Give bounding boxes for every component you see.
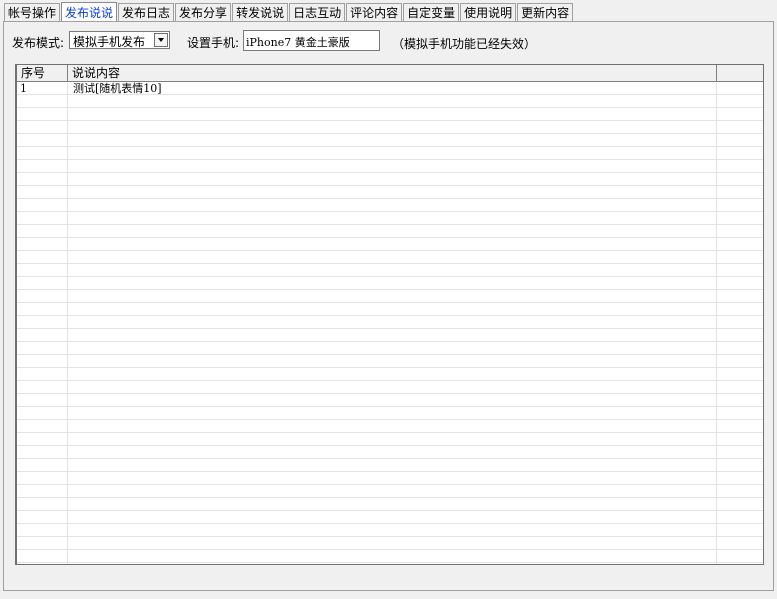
column-divider: [716, 82, 717, 564]
tab-usage-guide[interactable]: 使用说明: [460, 3, 517, 22]
tab-bar: 帐号操作 发布说说 发布日志 发布分享 转发说说 日志互动 评论内容 自定变量 …: [4, 2, 574, 23]
phone-label: 设置手机:: [187, 36, 240, 50]
column-header-extra[interactable]: [717, 65, 763, 81]
chevron-down-icon[interactable]: [154, 33, 168, 47]
publish-mode-label: 发布模式:: [12, 36, 65, 50]
tab-publish-share[interactable]: 发布分享: [175, 3, 232, 22]
table-header: 序号 说说内容: [17, 65, 763, 82]
tab-repost-shuoshuo[interactable]: 转发说说: [232, 3, 289, 22]
phone-input[interactable]: iPhone7 黄金土豪版: [243, 30, 380, 51]
tab-publish-shuoshuo[interactable]: 发布说说: [61, 2, 118, 23]
column-header-no[interactable]: 序号: [17, 65, 68, 81]
tab-log-interact[interactable]: 日志互动: [289, 3, 346, 22]
column-header-content[interactable]: 说说内容: [68, 65, 717, 81]
tab-comment-content[interactable]: 评论内容: [346, 3, 403, 22]
tab-custom-variables[interactable]: 自定变量: [403, 3, 460, 22]
table-body: [17, 82, 763, 564]
tab-account-ops[interactable]: 帐号操作: [4, 3, 61, 22]
shuoshuo-table[interactable]: 序号 说说内容 1 测试[随机表情10]: [15, 64, 764, 565]
phone-note: （模拟手机功能已经失效）: [392, 37, 537, 51]
table-row[interactable]: 1 测试[随机表情10]: [17, 83, 763, 95]
column-divider: [67, 82, 68, 564]
tab-publish-log[interactable]: 发布日志: [118, 3, 175, 22]
row-number: 1: [20, 82, 27, 95]
row-content: 测试[随机表情10]: [73, 82, 162, 95]
publish-mode-value: 模拟手机发布: [73, 35, 146, 49]
phone-input-value: iPhone7 黄金土豪版: [246, 36, 350, 49]
publish-mode-select[interactable]: 模拟手机发布: [69, 31, 170, 49]
tab-update-content[interactable]: 更新内容: [517, 3, 574, 22]
